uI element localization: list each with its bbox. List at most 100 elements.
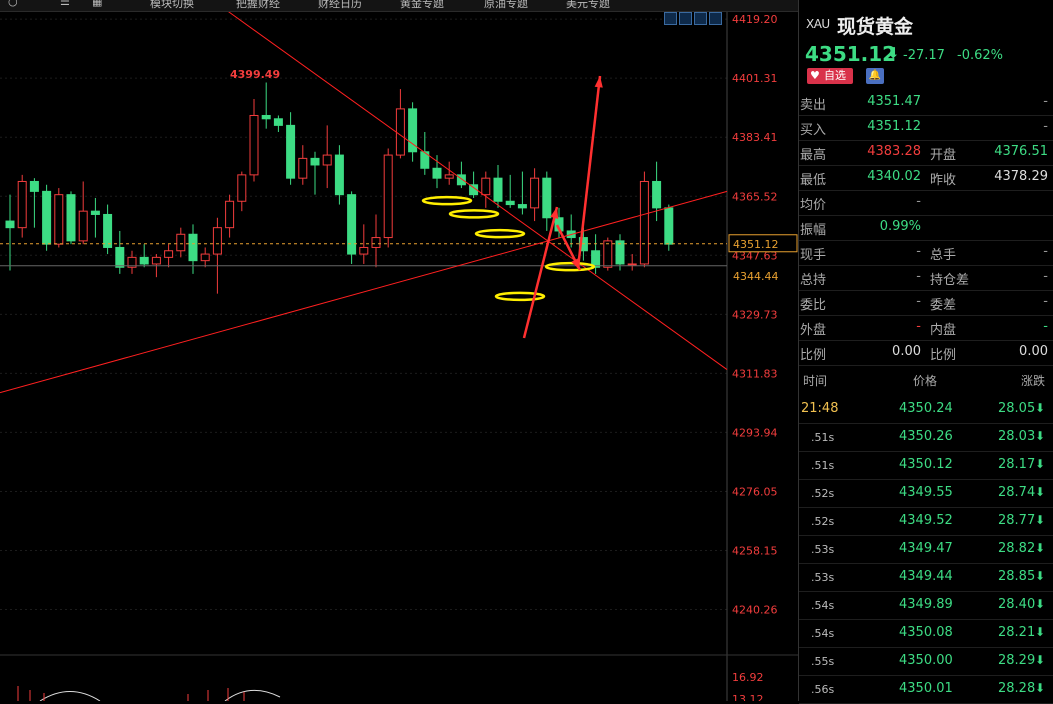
quote-label: 买入 (800, 123, 827, 138)
menu-icon[interactable]: ☰ (60, 0, 70, 8)
kline-chart[interactable]: 4419.204401.314383.414365.524347.634329.… (0, 0, 798, 701)
search-icon[interactable]: ○ (8, 0, 18, 8)
add-watchlist-button[interactable]: ♥ 自选 (807, 68, 853, 84)
tick-row: .53s 4349.44 28.85 ⬇ (799, 563, 1053, 592)
expand-icon[interactable] (709, 12, 722, 25)
y-tick-label: 4276.05 (732, 485, 778, 498)
highlight-marker (421, 195, 473, 206)
toolbar-item-0[interactable]: 模块切换 (150, 0, 194, 11)
candle-body (139, 256, 149, 265)
toolbar-item-3[interactable]: 黄金专题 (400, 0, 444, 11)
candle-body (627, 263, 637, 266)
quote-value: 4378.29 (994, 169, 1048, 184)
quote-label: 外盘 (800, 323, 827, 338)
candle-body (17, 180, 27, 229)
quote-panel: XAU 现货黄金 4351.12 ⬇ -27.17 -0.62% ♥ 自选 🔔 … (798, 0, 1053, 704)
candle-body (542, 177, 552, 219)
candle-body (151, 256, 161, 265)
tick-row: .54s 4350.08 28.21 ⬇ (799, 619, 1053, 648)
quote-value: 4351.12 (867, 119, 921, 134)
toolbar-item-5[interactable]: 美元专题 (566, 0, 610, 11)
highlight-marker (494, 291, 546, 302)
arrow-up-short-head (550, 207, 559, 219)
tick-price: 4350.24 (899, 401, 953, 416)
last-price: 4351.12 (805, 42, 897, 66)
tick-time: .54s (811, 627, 835, 640)
y-tick-label: 4401.31 (732, 72, 778, 85)
quote-label: 现手 (800, 248, 827, 263)
quote-value: - (1043, 319, 1048, 334)
quote-row: 最高 4383.28 开盘 4376.51 (799, 140, 1053, 166)
candle-body (310, 157, 320, 166)
candle-body (176, 233, 186, 252)
quote-label: 卖出 (800, 98, 827, 113)
arrow-up-short (522, 206, 559, 339)
candle-body (639, 180, 649, 265)
indicator-tick-label: 13.12 (732, 693, 764, 701)
tick-change: 28.05 (998, 401, 1036, 416)
candle-body (90, 210, 100, 215)
toolbar-item-1[interactable]: 把握财经 (236, 0, 280, 11)
candle-body (334, 154, 344, 196)
quote-row: 振幅 0.99% (799, 215, 1053, 241)
toolbar-item-2[interactable]: 财经日历 (318, 0, 362, 11)
quote-row: 卖出 4351.47 - (799, 90, 1053, 116)
down-arrow-icon: ⬇ (1035, 429, 1046, 443)
candle-body (188, 233, 198, 262)
symbol-code: XAU (806, 17, 830, 31)
zoom-in-icon[interactable] (679, 12, 692, 25)
tick-change: 28.85 (998, 569, 1036, 584)
price-change: -27.17 (903, 48, 945, 63)
quote-label: 总持 (800, 273, 827, 288)
high-price-label: 4399.49 (230, 68, 280, 81)
header-price: 价格 (913, 374, 938, 388)
quote-label: 均价 (800, 198, 827, 213)
toolbar-item-4[interactable]: 原油专题 (484, 0, 528, 11)
tick-time: .51s (811, 431, 835, 444)
crosshair-icon[interactable] (664, 12, 677, 25)
price-change-pct: -0.62% (957, 48, 1003, 63)
candle-body (66, 194, 76, 242)
grid-icon[interactable]: ▦ (92, 0, 102, 8)
candle-body (517, 204, 527, 209)
candle-body (664, 207, 674, 245)
ticks-header: 时间 价格 涨跌 (799, 368, 1053, 392)
quote-row: 现手 - 总手 - (799, 240, 1053, 266)
arrow-up-long (576, 75, 602, 269)
candle-body (225, 200, 235, 229)
tick-price: 4350.01 (899, 681, 953, 696)
tick-row: .56s 4350.01 28.28 ⬇ (799, 675, 1053, 704)
header-time: 时间 (803, 374, 828, 388)
highlight-marker (448, 209, 500, 219)
candle-body (5, 220, 15, 229)
tick-row: .52s 4349.55 28.74 ⬇ (799, 479, 1053, 508)
down-arrow-icon: ⬇ (1035, 485, 1046, 499)
tick-price: 4349.89 (899, 597, 953, 612)
candle-body (103, 213, 113, 248)
quote-label: 委比 (800, 298, 827, 313)
candle-body (42, 190, 52, 245)
candle-body (54, 194, 64, 245)
down-arrow-icon: ⬇ (1035, 541, 1046, 555)
quote-row: 委比 - 委差 - (799, 290, 1053, 316)
quote-value: 4340.02 (867, 169, 921, 184)
quote-row: 最低 4340.02 昨收 4378.29 (799, 165, 1053, 191)
jump-forward-icon[interactable] (694, 12, 707, 25)
tick-price: 4349.47 (899, 541, 953, 556)
tick-row: .53s 4349.47 28.82 ⬇ (799, 535, 1053, 564)
quote-label: 昨收 (930, 173, 957, 188)
y-tick-label: 4419.20 (732, 13, 778, 26)
bell-icon[interactable]: 🔔 (866, 68, 884, 84)
candle-body (615, 240, 625, 265)
candle-body (322, 154, 332, 166)
candle-body (444, 174, 454, 179)
tick-time: .53s (811, 543, 835, 556)
candle-body (481, 177, 491, 196)
tick-change: 28.17 (998, 457, 1036, 472)
current-price-label: 4351.12 (733, 238, 779, 251)
quote-row: 买入 4351.12 - (799, 115, 1053, 141)
candle-body (115, 246, 125, 268)
quote-row: 总持 - 持仓差 - (799, 265, 1053, 291)
quote-row: 外盘 - 内盘 - (799, 315, 1053, 341)
candle-body (78, 210, 88, 242)
